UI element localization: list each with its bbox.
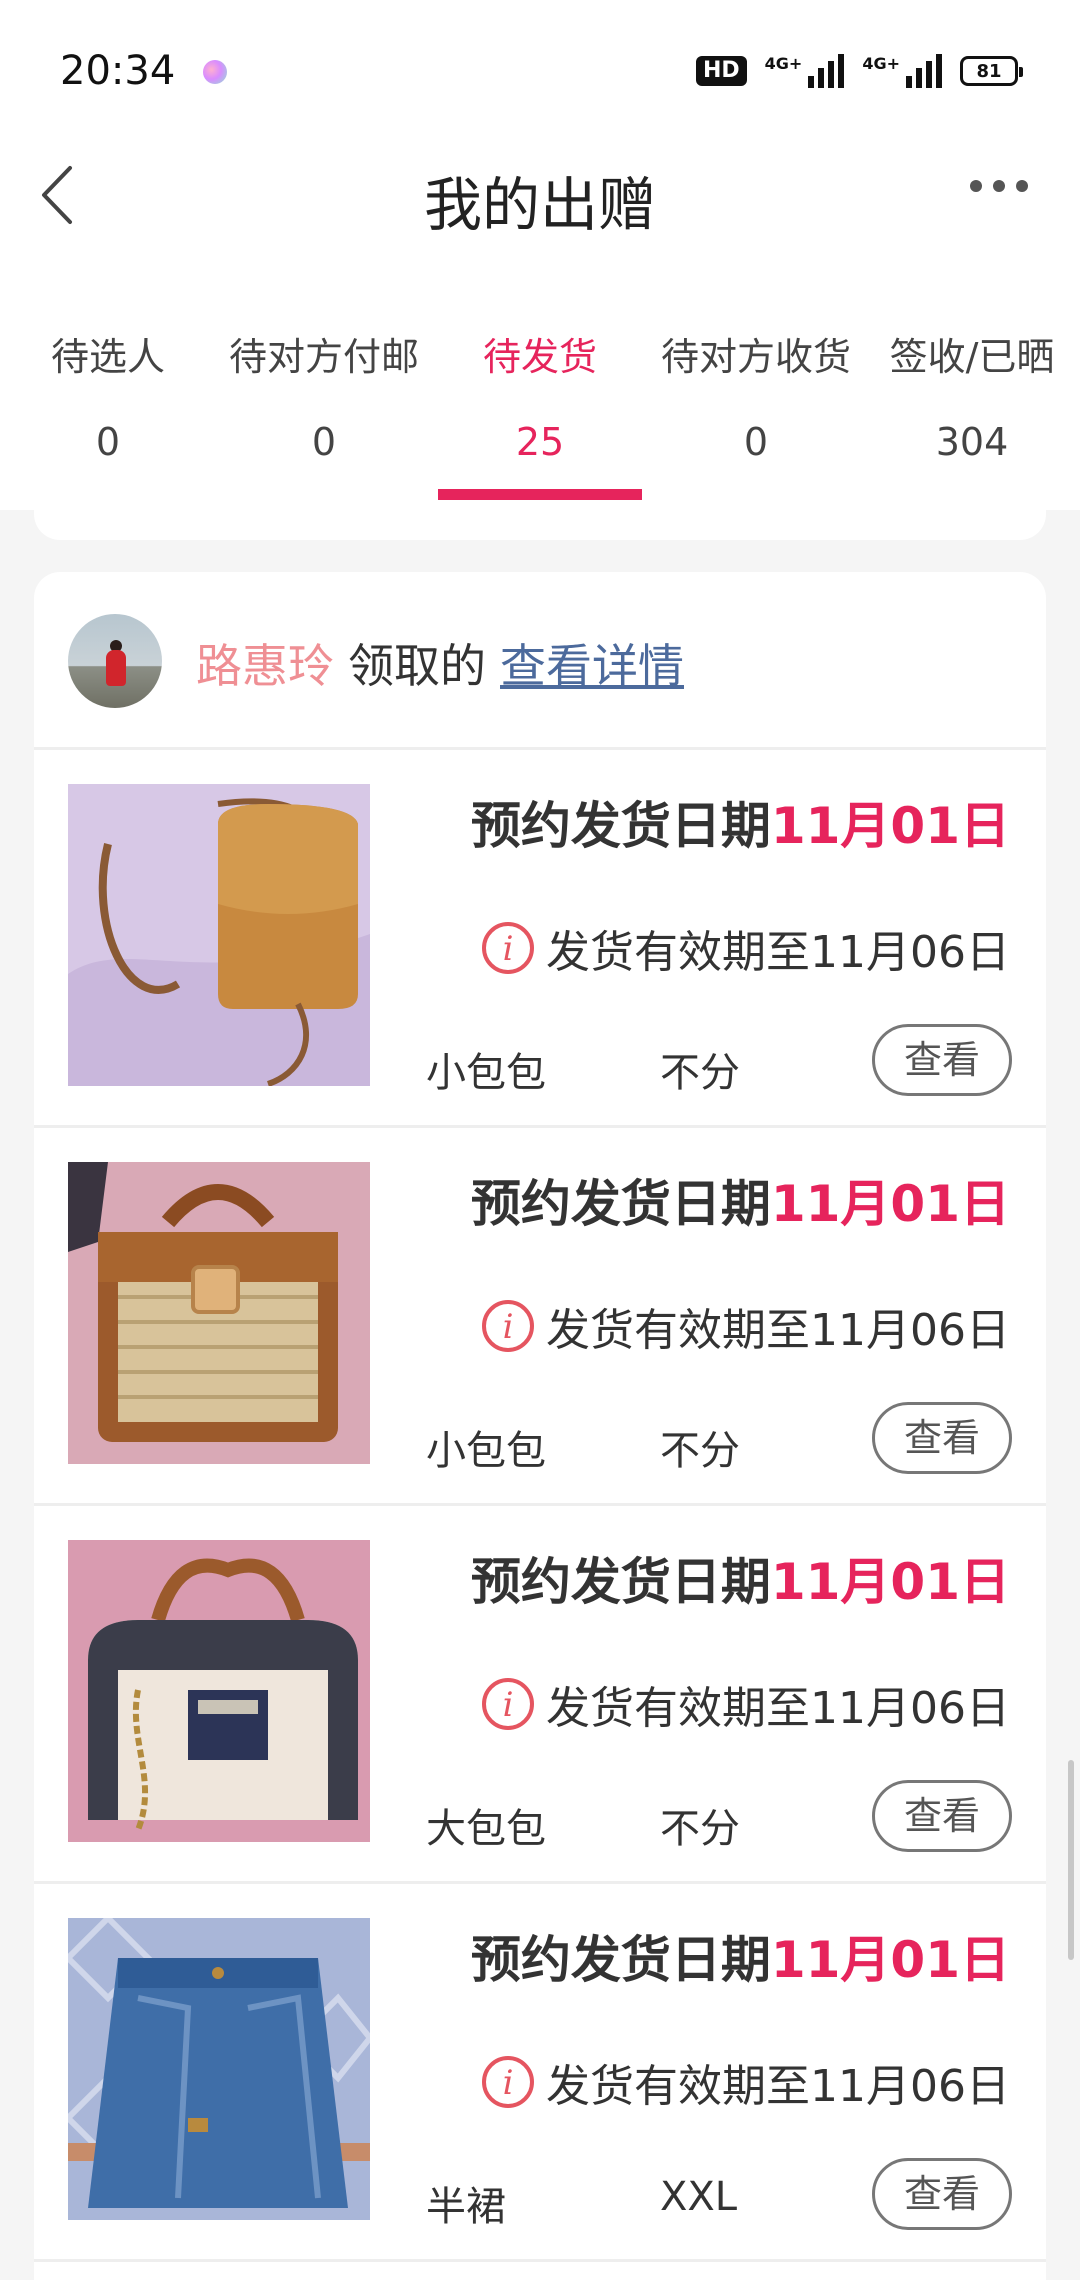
tab-count: 0	[743, 420, 769, 464]
item-category: 小包包	[426, 1050, 546, 1096]
signal-icon: 4G+	[765, 54, 845, 88]
product-image[interactable]	[68, 1162, 370, 1464]
tab-pending-shipment[interactable]: 待发货 25	[432, 290, 648, 510]
list-item[interactable]: 预约发货日期11月01日 发货有效期至11月06日 大包包 不分 查看	[34, 1506, 1046, 1884]
avatar[interactable]	[68, 614, 162, 708]
tab-signed-shared[interactable]: 签收/已晒 304	[864, 290, 1080, 510]
tab-count: 25	[515, 420, 565, 464]
scrollbar[interactable]	[1068, 1760, 1074, 1960]
item-category: 半裙	[426, 2184, 506, 2230]
view-button[interactable]: 查看	[872, 1780, 1012, 1852]
battery-icon: 81	[960, 56, 1023, 86]
info-icon	[482, 1678, 535, 1730]
delivery-date: 11月01日	[770, 1553, 1010, 1611]
claim-verb: 领取的	[348, 639, 486, 693]
product-image[interactable]	[68, 784, 370, 1086]
battery-level: 81	[976, 60, 1002, 82]
status-bar: 20:34 HD 4G+ 4G+ 81	[0, 0, 1080, 130]
tab-pending-postage[interactable]: 待对方付邮 0	[216, 290, 432, 510]
order-card-header: 路惠玲 领取的 查看详情	[34, 572, 1046, 750]
item-size: 不分	[660, 1428, 740, 1474]
tab-label: 待发货	[482, 335, 597, 379]
tab-count: 0	[95, 420, 121, 464]
list-item[interactable]: 预约发货日期11月01日 发货有效期至11月06日 半裙 XXL 查看	[34, 1884, 1046, 2262]
info-icon	[482, 1300, 535, 1352]
status-indicators: HD 4G+ 4G+ 81	[695, 54, 1023, 88]
signal-icon: 4G+	[862, 54, 942, 88]
network-type-label: 4G+	[764, 54, 803, 73]
tab-pending-select[interactable]: 待选人 0	[0, 290, 216, 510]
view-details-link[interactable]: 查看详情	[500, 639, 684, 693]
shipping-validity: 发货有效期至11月06日	[482, 2050, 1010, 2114]
notification-dot-icon	[203, 60, 227, 84]
item-size: 不分	[660, 1050, 740, 1096]
network-type-label: 4G+	[862, 54, 900, 73]
scheduled-delivery-date: 预约发货日期11月01日	[470, 1553, 1010, 1611]
scheduled-delivery-date: 预约发货日期11月01日	[470, 1931, 1010, 1989]
more-options-icon[interactable]	[970, 180, 1028, 192]
item-size: XXL	[660, 2174, 738, 2220]
claim-info: 路惠玲 领取的 查看详情	[196, 630, 684, 696]
tab-count: 0	[311, 420, 337, 464]
status-tabs: 待选人 0 待对方付邮 0 待发货 25 待对方收货 0 签收/已晒 304	[0, 290, 1080, 510]
shipping-validity: 发货有效期至11月06日	[482, 916, 1010, 980]
product-image[interactable]	[68, 1540, 370, 1842]
list-item[interactable]: 预约发货日期11月01日 发货有效期至11月06日 小包包 不分 查看	[34, 750, 1046, 1128]
item-size: 不分	[660, 1806, 740, 1852]
scheduled-delivery-date: 预约发货日期11月01日	[470, 1175, 1010, 1233]
tab-count: 304	[935, 420, 1009, 464]
claimer-name[interactable]: 路惠玲	[196, 639, 334, 693]
delivery-date: 11月01日	[770, 1931, 1010, 1989]
view-button[interactable]: 查看	[872, 2158, 1012, 2230]
scheduled-delivery-date: 预约发货日期11月01日	[470, 797, 1010, 855]
tab-label: 待对方付邮	[228, 335, 419, 379]
previous-card-edge	[34, 500, 1046, 540]
hd-voice-icon: HD	[695, 56, 747, 86]
tab-label: 待选人	[50, 335, 165, 379]
page-title: 我的出赠	[423, 171, 656, 239]
item-category: 大包包	[426, 1806, 546, 1852]
shipping-validity: 发货有效期至11月06日	[482, 1294, 1010, 1358]
delivery-date: 11月01日	[770, 797, 1010, 855]
list-item[interactable]: 预约发货日期11月01日 发货有效期至11月06日 小包包 不分 查看	[34, 1128, 1046, 1506]
view-button[interactable]: 查看	[872, 1024, 1012, 1096]
shipping-validity: 发货有效期至11月06日	[482, 1672, 1010, 1736]
item-category: 小包包	[426, 1428, 546, 1474]
view-button[interactable]: 查看	[872, 1402, 1012, 1474]
product-image[interactable]	[68, 1918, 370, 2220]
app-header: 我的出赠	[0, 130, 1080, 290]
order-card: 路惠玲领取的查看详情 预约发货日期11月01日 发货有效期至11月06日 小包包…	[34, 572, 1046, 2280]
tab-label: 待对方收货	[660, 335, 851, 379]
status-time: 20:34	[60, 48, 176, 94]
info-icon	[482, 2056, 535, 2108]
tab-label: 签收/已晒	[889, 335, 1055, 379]
tab-pending-receipt[interactable]: 待对方收货 0	[648, 290, 864, 510]
delivery-date: 11月01日	[770, 1175, 1010, 1233]
info-icon	[482, 922, 535, 974]
